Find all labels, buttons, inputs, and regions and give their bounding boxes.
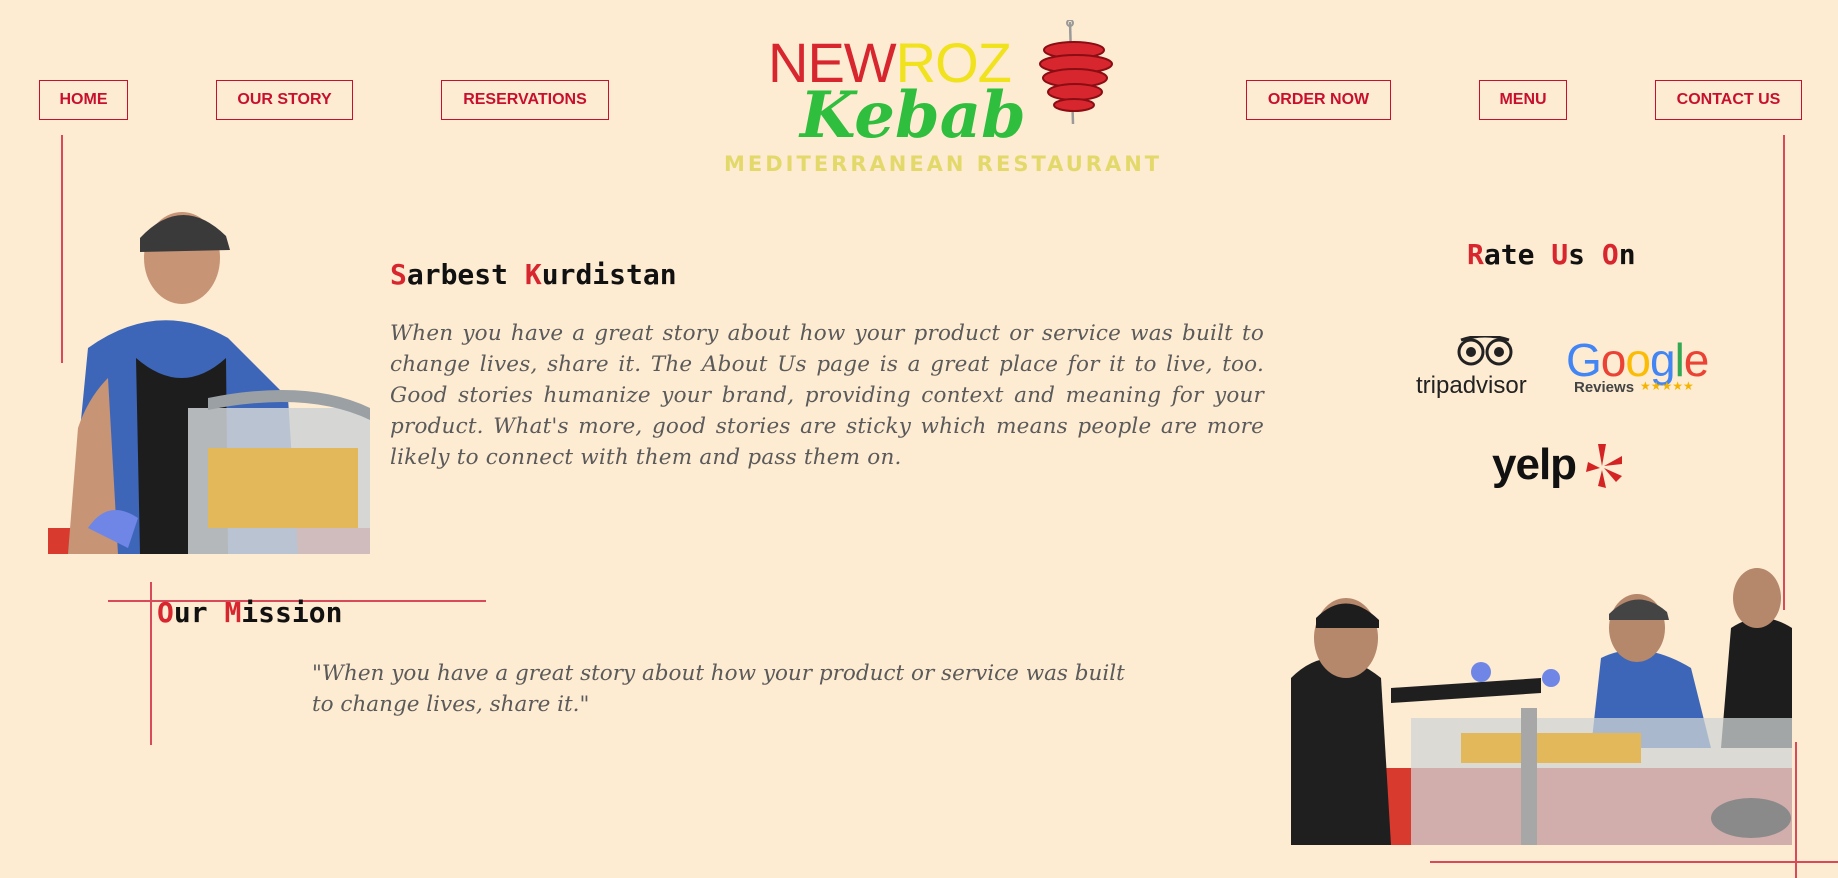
nav-our-story-button[interactable]: OUR STORY	[216, 80, 353, 120]
logo-tagline: MEDITERRANEAN RESTAURANT	[724, 152, 1163, 176]
nav-home-button[interactable]: HOME	[39, 80, 128, 120]
yelp-label: yelp	[1492, 440, 1577, 489]
nav-contact-us-button[interactable]: CONTACT US	[1655, 80, 1802, 120]
nav-menu-button[interactable]: MENU	[1479, 80, 1567, 120]
nav-reservations-button[interactable]: RESERVATIONS	[441, 80, 609, 120]
logo-kebab: Kebab	[800, 78, 1026, 153]
mission-vline	[150, 582, 152, 745]
restaurant-logo[interactable]: NEWROZ Kebab MEDITERRANEAN RESTAURANT	[700, 10, 1159, 180]
decor-line-bottom-right-v	[1795, 742, 1797, 878]
google-reviews-label: Reviews	[1574, 379, 1635, 396]
mission-quote-text: "When you have a great story about how y…	[312, 661, 1125, 717]
mission-heading: Our Mission	[157, 596, 343, 629]
team-photo	[1291, 568, 1792, 845]
nav-order-now-button[interactable]: ORDER NOW	[1246, 80, 1391, 120]
tripadvisor-label: tripadvisor	[1416, 372, 1527, 399]
google-reviews-link[interactable]: Google Reviews ★★★★★	[1566, 333, 1709, 401]
decor-line-bottom-right-h	[1430, 861, 1838, 863]
decor-line-right	[1783, 135, 1785, 610]
about-heading: Sarbest Kurdistan	[390, 258, 677, 291]
kebab-skewer-icon	[1039, 20, 1113, 125]
rate-us-heading: Rate Us On	[1467, 238, 1636, 271]
yelp-burst-icon	[1586, 444, 1622, 488]
chef-photo	[48, 198, 370, 554]
tripadvisor-link[interactable]: tripadvisor	[1416, 334, 1556, 399]
yelp-link[interactable]: yelp	[1492, 440, 1624, 498]
about-body-text: When you have a great story about how yo…	[390, 321, 1264, 470]
google-stars-icon: ★★★★★	[1640, 379, 1694, 393]
